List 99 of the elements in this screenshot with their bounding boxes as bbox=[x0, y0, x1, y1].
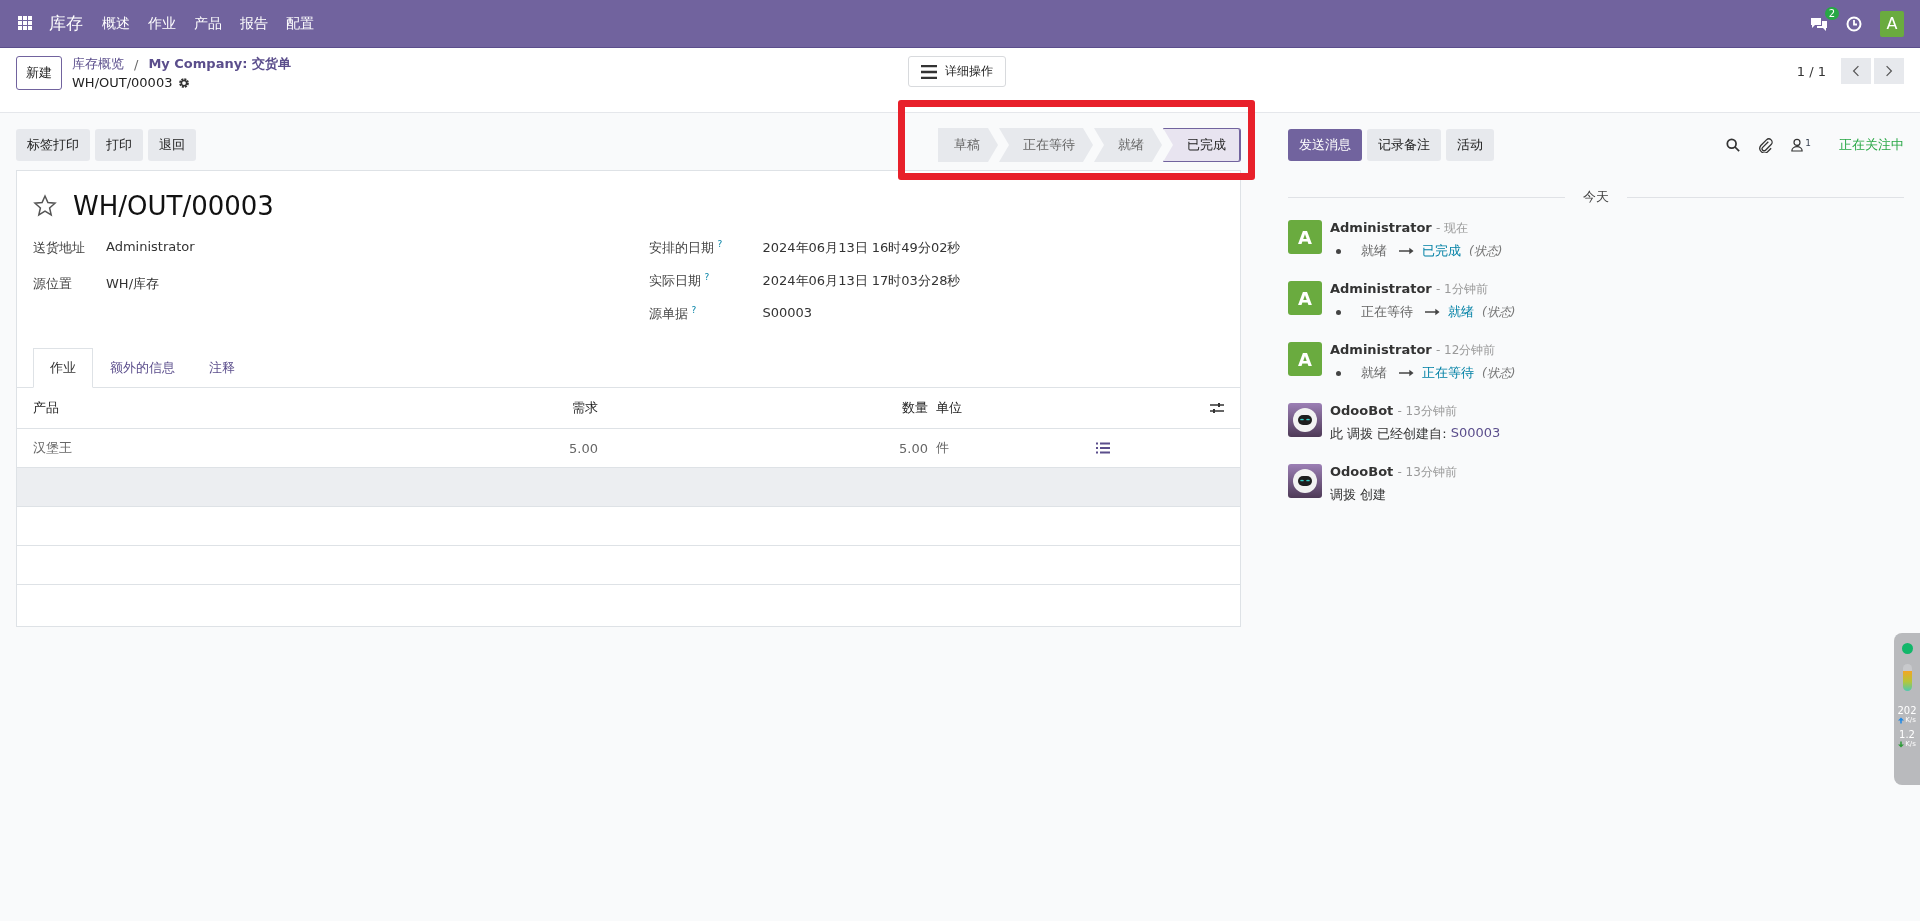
action-button[interactable]: 退回 bbox=[148, 129, 196, 161]
message-author[interactable]: Administrator bbox=[1330, 281, 1432, 296]
pager-counter: 1 / 1 bbox=[1796, 63, 1826, 79]
field-link[interactable]: WH/库存 bbox=[106, 275, 159, 293]
old-value: 就绪 bbox=[1361, 364, 1387, 382]
right-arrow-icon bbox=[1399, 247, 1414, 255]
table-cell-text: 5.00 bbox=[898, 440, 928, 456]
new-value: 已完成 bbox=[1422, 242, 1461, 260]
tracked-field-name: (状态) bbox=[1482, 364, 1516, 382]
message-author[interactable]: OdooBot bbox=[1330, 464, 1394, 479]
breadcrumb-link[interactable]: My Company: 交货单 bbox=[148, 55, 291, 73]
person-icon[interactable] bbox=[1791, 138, 1804, 152]
menu-item[interactable]: 作业 bbox=[141, 14, 183, 33]
list-details-icon[interactable] bbox=[1096, 442, 1110, 454]
breadcrumb-separator: / bbox=[134, 56, 139, 72]
next-button[interactable] bbox=[1874, 58, 1904, 84]
app-name[interactable]: 库存 bbox=[49, 12, 83, 35]
menu-icon bbox=[921, 64, 937, 79]
apps-grid-icon[interactable] bbox=[18, 16, 33, 31]
field-value: 2024年06月13日 17时03分28秒 bbox=[762, 272, 961, 290]
message-time: - 现在 bbox=[1435, 221, 1469, 235]
follower-count: 1 bbox=[1805, 138, 1811, 148]
status-stage[interactable]: 正在等待 bbox=[999, 128, 1093, 162]
field-label: 实际日期 bbox=[648, 273, 701, 289]
new-button[interactable]: 新建 bbox=[16, 55, 62, 90]
menu-item[interactable]: 产品 bbox=[187, 14, 229, 33]
chatter-button[interactable]: 记录备注 bbox=[1367, 129, 1441, 161]
new-value: 就绪 bbox=[1448, 303, 1474, 321]
message-author[interactable]: Administrator bbox=[1330, 342, 1432, 357]
new-value: 正在等待 bbox=[1422, 364, 1474, 382]
date-separator-label: 今天 bbox=[1583, 188, 1609, 206]
message-text: 调拨 创建 bbox=[1330, 486, 1387, 504]
chatter-button[interactable]: 发送消息 bbox=[1288, 129, 1362, 161]
field-label: 源单据 bbox=[648, 306, 688, 322]
message-text: 此 调拨 已经创建自: bbox=[1330, 425, 1447, 443]
message-time: - 13分钟前 bbox=[1397, 404, 1457, 418]
gear-icon[interactable] bbox=[178, 76, 191, 89]
menu-item[interactable]: 配置 bbox=[279, 14, 321, 33]
message-author[interactable]: OdooBot bbox=[1330, 403, 1394, 418]
clock-icon[interactable] bbox=[1846, 15, 1862, 32]
gauge-icon bbox=[1902, 664, 1912, 691]
old-value: 正在等待 bbox=[1361, 303, 1413, 321]
previous-button[interactable] bbox=[1841, 58, 1871, 84]
column-header[interactable]: 产品 bbox=[33, 399, 558, 417]
action-button[interactable]: 标签打印 bbox=[16, 129, 90, 161]
right-arrow-icon bbox=[1399, 369, 1414, 377]
tracked-field-name: (状态) bbox=[1482, 303, 1516, 321]
column-header[interactable]: 需求 bbox=[558, 399, 598, 417]
robot-avatar[interactable] bbox=[1288, 403, 1322, 437]
form-tab[interactable]: 注释 bbox=[192, 348, 252, 388]
up-arrow-icon bbox=[1898, 716, 1905, 724]
message-time: - 1分钟前 bbox=[1435, 282, 1488, 296]
message-author[interactable]: Administrator bbox=[1330, 220, 1432, 235]
column-header[interactable]: 单位 bbox=[928, 399, 1096, 417]
field-label: 送货地址 bbox=[33, 239, 86, 257]
message-time: - 12分钟前 bbox=[1435, 343, 1496, 357]
menu-item[interactable]: 概述 bbox=[95, 14, 137, 33]
tracked-field-name: (状态) bbox=[1469, 242, 1503, 260]
right-arrow-icon bbox=[1425, 308, 1440, 316]
robot-avatar[interactable] bbox=[1288, 464, 1322, 498]
help-tooltip-mark[interactable]: ? bbox=[691, 305, 697, 315]
field-value: 2024年06月13日 16时49分02秒 bbox=[762, 239, 961, 257]
down-arrow-icon bbox=[1898, 740, 1905, 748]
column-header[interactable]: 数量 bbox=[598, 399, 928, 417]
message-time: - 13分钟前 bbox=[1397, 465, 1457, 479]
download-speed: 1.2 bbox=[1899, 729, 1915, 740]
field-label: 安排的日期 bbox=[648, 240, 714, 256]
table-cell-text: 汉堡王 bbox=[33, 439, 73, 457]
chat-bubbles-icon[interactable] bbox=[1810, 15, 1828, 32]
field-value: S00003 bbox=[762, 305, 813, 320]
table-cell-text: 5.00 bbox=[568, 440, 598, 456]
search-icon[interactable] bbox=[1726, 138, 1741, 152]
status-stage[interactable]: 草稿 bbox=[938, 128, 998, 162]
help-tooltip-mark[interactable]: ? bbox=[717, 239, 723, 249]
record-name: WH/OUT/00003 bbox=[72, 75, 173, 90]
field-label: 源位置 bbox=[33, 275, 73, 293]
form-tab[interactable]: 额外的信息 bbox=[93, 348, 192, 388]
form-tab[interactable]: 作业 bbox=[33, 348, 93, 388]
paperclip-icon[interactable] bbox=[1758, 137, 1774, 153]
chevron-right-icon bbox=[1885, 65, 1893, 77]
menu-item[interactable]: 报告 bbox=[233, 14, 275, 33]
status-dot-icon bbox=[1901, 643, 1913, 654]
help-tooltip-mark[interactable]: ? bbox=[704, 272, 710, 282]
action-button[interactable]: 打印 bbox=[95, 129, 143, 161]
message-count-badge: 2 bbox=[1824, 6, 1839, 20]
chatter-button[interactable]: 活动 bbox=[1446, 129, 1494, 161]
breadcrumb-link[interactable]: 库存概览 bbox=[72, 55, 124, 73]
record-title: WH/OUT/00003 bbox=[73, 191, 274, 221]
actions-button[interactable]: 详细操作 bbox=[908, 56, 1006, 87]
field-link[interactable]: Administrator bbox=[106, 239, 195, 254]
upload-speed: 202 bbox=[1897, 705, 1917, 716]
table-cell-text: 件 bbox=[935, 439, 950, 457]
star-icon[interactable] bbox=[33, 194, 57, 218]
chevron-left-icon bbox=[1852, 65, 1860, 77]
column-settings-icon[interactable] bbox=[1210, 402, 1224, 414]
status-stage[interactable]: 就绪 bbox=[1094, 128, 1162, 162]
record-link[interactable]: S00003 bbox=[1450, 425, 1501, 443]
status-stage[interactable]: 已完成 bbox=[1163, 128, 1241, 162]
old-value: 就绪 bbox=[1361, 242, 1387, 260]
